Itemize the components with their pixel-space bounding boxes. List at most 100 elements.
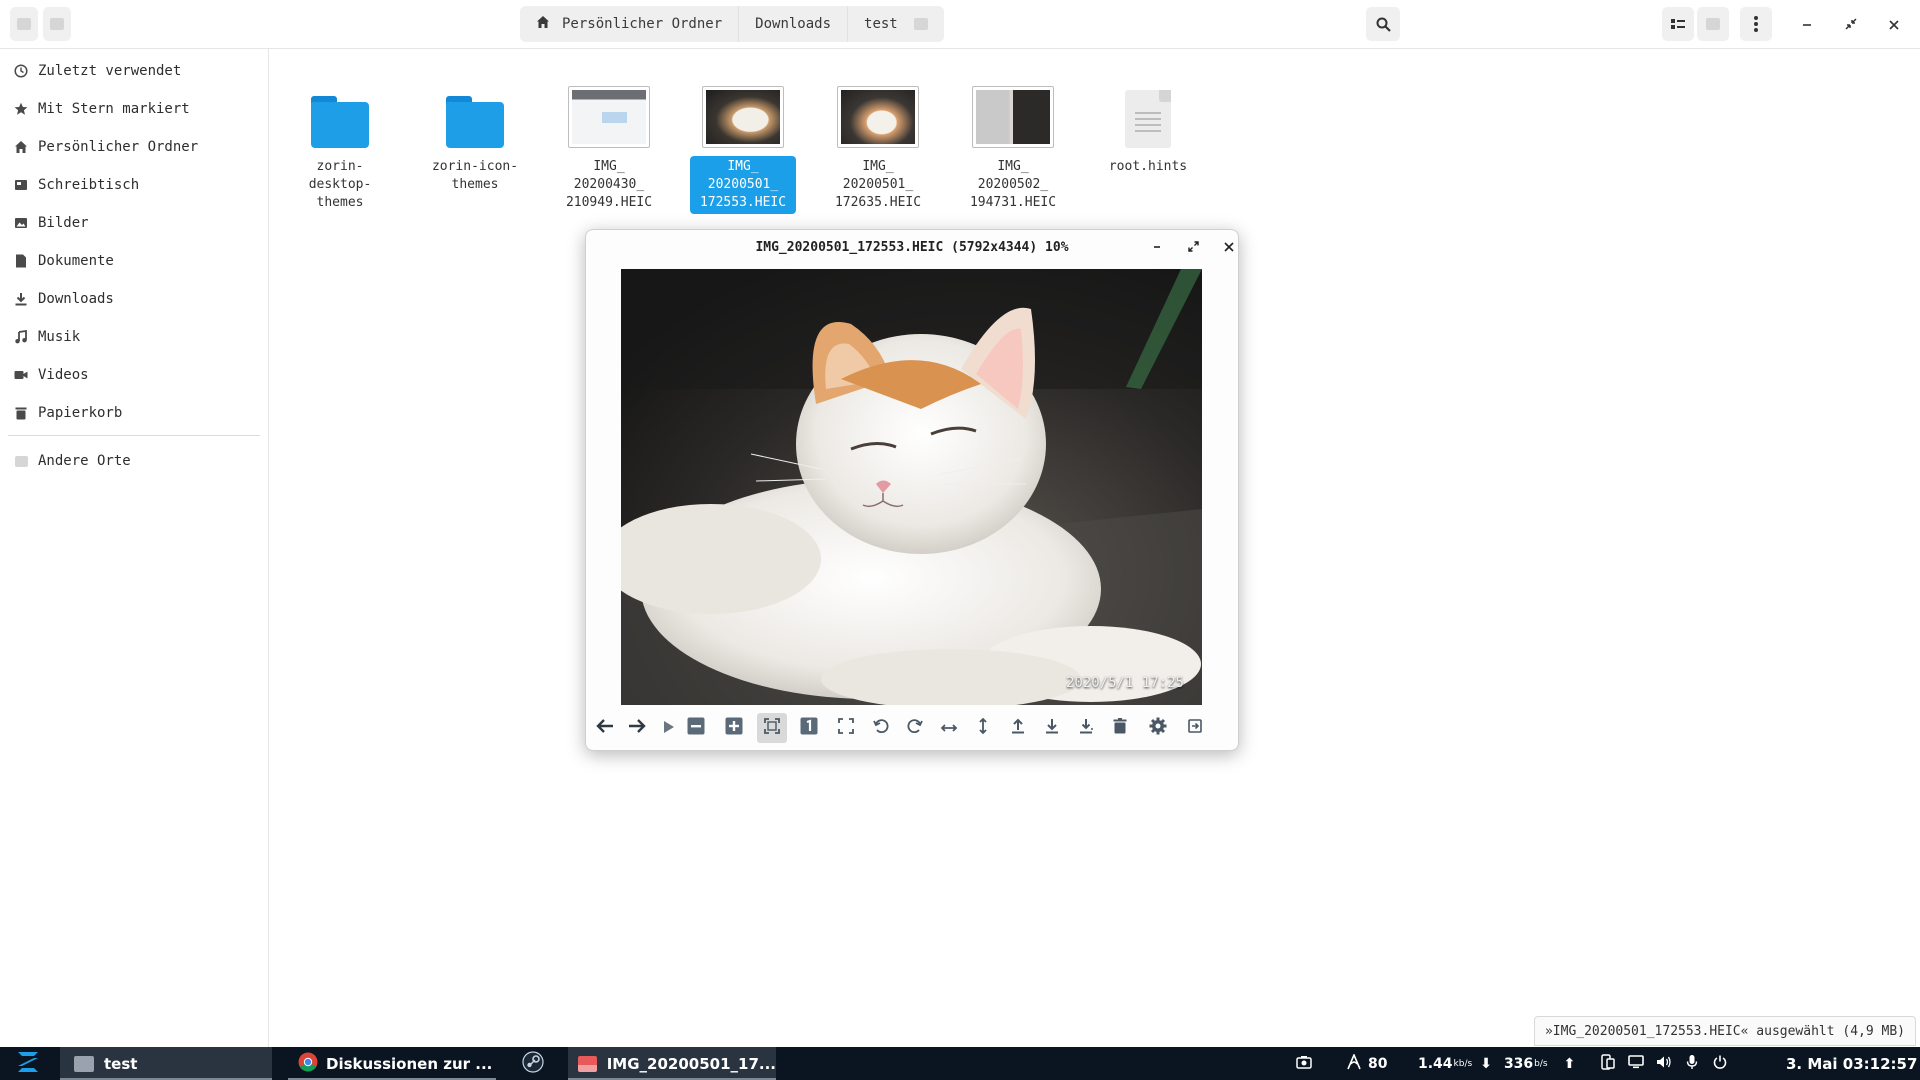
file-name: root.hints — [1108, 159, 1188, 174]
original-size-button[interactable] — [795, 714, 823, 742]
view-list-button[interactable] — [1662, 7, 1694, 41]
sidebar-item-label: Downloads — [38, 291, 114, 307]
file-item[interactable]: IMG_ 20200430_ 210949.HEIC — [556, 78, 662, 214]
cpu-icon — [1346, 1052, 1362, 1074]
tray-phone-connect[interactable] — [1601, 1047, 1615, 1080]
minimize-button[interactable] — [1793, 10, 1821, 38]
zoom-out-button[interactable] — [682, 714, 710, 742]
image-thumbnail — [690, 78, 796, 148]
fit-window-button[interactable] — [757, 713, 787, 743]
sidebar-item-documents[interactable]: Dokumente — [8, 244, 260, 278]
tray-clock[interactable]: 3. Mai 03:12:57 — [1786, 1047, 1917, 1080]
microphone-icon — [1686, 1054, 1698, 1074]
file-item[interactable]: zorin-icon- themes — [422, 78, 528, 196]
document-icon — [14, 254, 28, 268]
rotate-left-button[interactable] — [867, 714, 895, 742]
view-options-icon — [1706, 18, 1720, 30]
taskbar-item-files[interactable]: test — [60, 1047, 272, 1080]
breadcrumb-test[interactable]: test — [848, 6, 944, 42]
delete-button[interactable] — [1106, 714, 1134, 742]
taskbar-item-image-viewer[interactable]: IMG_20200501_17... — [568, 1047, 776, 1080]
tray-network-speed[interactable]: 1.44 kb/s ⬇ 336 b/s ⬆ — [1418, 1047, 1575, 1080]
sidebar-item-recent[interactable]: Zuletzt verwendet — [8, 54, 260, 88]
zoom-in-button[interactable] — [720, 714, 748, 742]
fullscreen-button[interactable] — [832, 714, 860, 742]
save-as-button[interactable] — [1072, 714, 1100, 742]
restore-button[interactable] — [1837, 10, 1865, 38]
breadcrumb-label: test — [864, 16, 898, 32]
download-icon — [1044, 718, 1060, 738]
upload-speed-value: 336 — [1503, 1055, 1534, 1072]
upload-button[interactable] — [1004, 714, 1032, 742]
sidebar-item-downloads[interactable]: Downloads — [8, 282, 260, 316]
view-options-button[interactable] — [1697, 7, 1729, 41]
tray-screenshot[interactable] — [1296, 1047, 1312, 1080]
exit-icon — [1187, 718, 1203, 738]
tray-volume[interactable] — [1656, 1047, 1672, 1080]
taskbar-item-chrome[interactable]: Diskussionen zur ... — [288, 1047, 496, 1080]
gear-icon — [1149, 717, 1167, 739]
steam-icon — [522, 1050, 544, 1077]
download-arrow-icon: ⬇ — [1480, 1055, 1492, 1072]
menu-button[interactable] — [1740, 7, 1772, 41]
close-button[interactable] — [1880, 10, 1908, 38]
settings-button[interactable] — [1144, 714, 1172, 742]
tray-microphone[interactable] — [1686, 1047, 1698, 1080]
header-bar: Persönlicher Ordner Downloads test — [0, 0, 1920, 49]
file-item-selected[interactable]: IMG_ 20200501_ 172553.HEIC — [690, 78, 796, 214]
download-button[interactable] — [1038, 714, 1066, 742]
breadcrumb-home[interactable]: Persönlicher Ordner — [520, 6, 740, 42]
sidebar-item-videos[interactable]: Videos — [8, 358, 260, 392]
viewer-title: IMG_20200501_172553.HEIC (5792x4344) 10% — [755, 240, 1069, 255]
upload-arrow-icon: ⬆ — [1563, 1055, 1576, 1072]
slideshow-button[interactable] — [655, 714, 683, 742]
viewer-minimize-button[interactable] — [1146, 237, 1168, 259]
tray-power[interactable] — [1713, 1047, 1727, 1080]
save-as-icon — [1078, 718, 1094, 738]
tray-display[interactable] — [1628, 1047, 1644, 1080]
exit-viewer-button[interactable] — [1181, 714, 1209, 742]
back-button[interactable] — [10, 7, 38, 41]
sidebar-item-home[interactable]: Persönlicher Ordner — [8, 130, 260, 164]
sidebar-item-desktop[interactable]: Schreibtisch — [8, 168, 260, 202]
file-item[interactable]: zorin- desktop- themes — [287, 78, 393, 214]
folder-menu-icon[interactable] — [913, 18, 928, 30]
start-menu-button[interactable] — [8, 1047, 48, 1080]
rotate-right-button[interactable] — [901, 714, 929, 742]
file-item[interactable]: IMG_ 20200501_ 172635.HEIC — [825, 78, 931, 214]
viewer-toolbar — [586, 710, 1238, 746]
sidebar-item-other-locations[interactable]: Andere Orte — [8, 444, 260, 478]
previous-image-button[interactable] — [591, 714, 619, 742]
flip-horizontal-button[interactable] — [935, 714, 963, 742]
desktop-icon — [14, 178, 28, 192]
sidebar-item-label: Mit Stern markiert — [38, 101, 190, 117]
download-icon — [14, 292, 28, 306]
download-speed-unit: kb/s — [1453, 1058, 1473, 1069]
sidebar-item-starred[interactable]: Mit Stern markiert — [8, 92, 260, 126]
home-icon — [14, 140, 28, 154]
sidebar-item-label: Musik — [38, 329, 81, 345]
sidebar-item-music[interactable]: Musik — [8, 320, 260, 354]
folder-icon — [287, 78, 393, 148]
next-image-button[interactable] — [623, 714, 651, 742]
taskbar-item-steam[interactable] — [516, 1047, 550, 1080]
sidebar-item-pictures[interactable]: Bilder — [8, 206, 260, 240]
viewer-maximize-button[interactable] — [1182, 237, 1204, 259]
image-icon — [14, 216, 28, 230]
search-button[interactable] — [1366, 7, 1400, 41]
file-item[interactable]: root.hints — [1095, 78, 1201, 178]
tray-cpu-monitor[interactable]: 80 — [1346, 1047, 1387, 1080]
forward-button[interactable] — [43, 7, 71, 41]
arrow-right-icon — [628, 718, 646, 738]
maximize-icon — [1187, 240, 1199, 256]
clock-icon — [14, 64, 28, 78]
sidebar-item-trash[interactable]: Papierkorb — [8, 396, 260, 430]
flip-vertical-icon — [977, 717, 989, 739]
selection-status: »IMG_20200501_172553.HEIC« ausgewählt (4… — [1533, 1016, 1916, 1046]
flip-vertical-button[interactable] — [969, 714, 997, 742]
file-item[interactable]: IMG_ 20200502_ 194731.HEIC — [960, 78, 1066, 214]
sidebar-item-label: Dokumente — [38, 253, 114, 269]
image-viewer-app-icon — [578, 1055, 597, 1072]
viewer-close-button[interactable] — [1218, 237, 1240, 259]
breadcrumb-downloads[interactable]: Downloads — [739, 6, 849, 42]
